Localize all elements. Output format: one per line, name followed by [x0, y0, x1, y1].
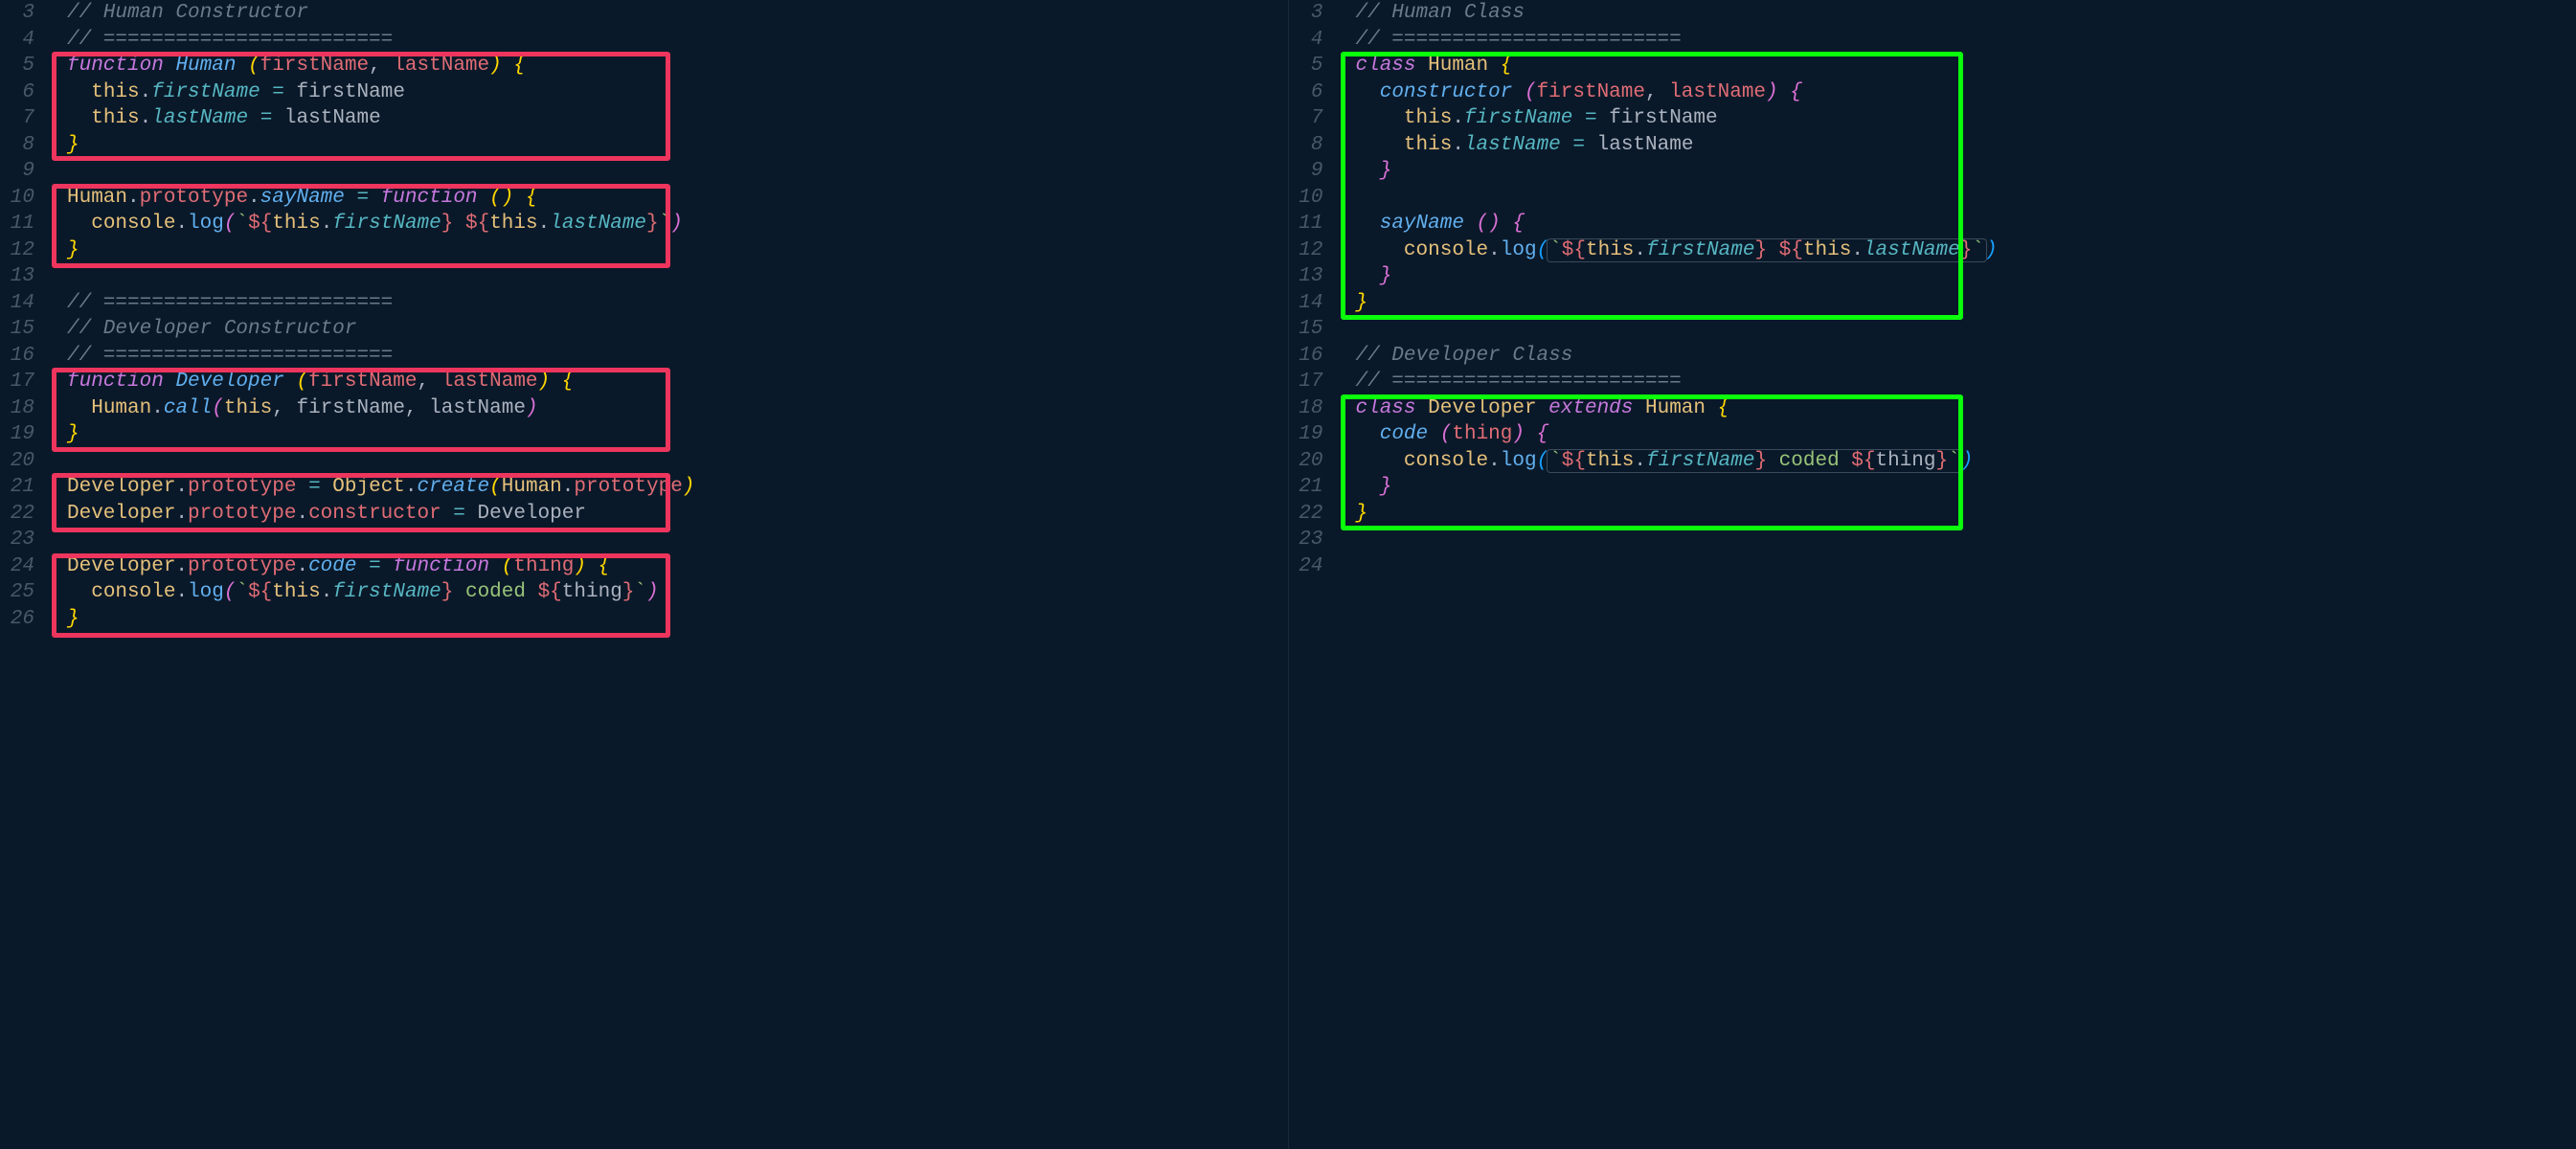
- line-number: 9: [0, 158, 48, 185]
- left-editor-pane[interactable]: 3// Human Constructor 4// ==============…: [0, 0, 1288, 1149]
- code-line[interactable]: Developer.prototype.constructor = Develo…: [48, 501, 586, 528]
- line-number: 9: [1289, 158, 1337, 185]
- code-line[interactable]: class Developer extends Human {: [1337, 395, 1730, 422]
- line-number: 16: [1289, 343, 1337, 370]
- line-number: 21: [0, 474, 48, 501]
- code-line[interactable]: // ========================: [48, 290, 393, 317]
- code-line[interactable]: class Human {: [1337, 53, 1513, 79]
- code-line[interactable]: function Human (firstName, lastName) {: [48, 53, 526, 79]
- code-line[interactable]: sayName () {: [1337, 211, 1525, 237]
- line-number: 15: [1289, 316, 1337, 343]
- line-number: 15: [0, 316, 48, 343]
- line-number: 8: [0, 132, 48, 159]
- code-line[interactable]: }: [1337, 501, 1368, 528]
- code-line[interactable]: code (thing) {: [1337, 421, 1549, 448]
- line-number: 24: [0, 553, 48, 580]
- code-line[interactable]: }: [48, 132, 79, 159]
- line-number: 24: [1289, 553, 1337, 580]
- line-number: 5: [1289, 53, 1337, 79]
- line-number: 16: [0, 343, 48, 370]
- line-number: 11: [0, 211, 48, 237]
- code-line[interactable]: console.log(`${this.firstName} ${this.la…: [48, 211, 683, 237]
- line-number: 20: [0, 448, 48, 475]
- code-line[interactable]: Human.call(this, firstName, lastName): [48, 395, 538, 422]
- code-line[interactable]: this.lastName = lastName: [1337, 132, 1694, 159]
- code-line[interactable]: Developer.prototype = Object.create(Huma…: [48, 474, 694, 501]
- code-line[interactable]: // Human Constructor: [48, 0, 308, 27]
- code-line[interactable]: }: [48, 421, 79, 448]
- line-number: 23: [0, 527, 48, 553]
- code-line[interactable]: // ========================: [48, 343, 393, 370]
- line-number: 13: [1289, 263, 1337, 290]
- code-line[interactable]: console.log(`${this.firstName} coded ${t…: [1337, 448, 1974, 475]
- code-line[interactable]: }: [1337, 474, 1392, 501]
- line-number: 19: [0, 421, 48, 448]
- line-number: 26: [0, 606, 48, 633]
- line-number: 18: [1289, 395, 1337, 422]
- line-number: 20: [1289, 448, 1337, 475]
- code-line[interactable]: console.log(`${this.firstName} coded ${t…: [48, 579, 659, 606]
- line-number: 17: [1289, 369, 1337, 395]
- code-line[interactable]: this.firstName = firstName: [1337, 105, 1718, 132]
- line-number: 10: [1289, 185, 1337, 212]
- line-number: 22: [0, 501, 48, 528]
- line-number: 12: [0, 237, 48, 264]
- line-number: 19: [1289, 421, 1337, 448]
- line-number: 3: [1289, 0, 1337, 27]
- line-number: 22: [1289, 501, 1337, 528]
- line-number: 18: [0, 395, 48, 422]
- code-line[interactable]: // Developer Constructor: [48, 316, 356, 343]
- line-number: 4: [0, 27, 48, 54]
- code-line[interactable]: console.log(`${this.firstName} ${this.la…: [1337, 237, 1998, 264]
- code-line[interactable]: function Developer (firstName, lastName)…: [48, 369, 574, 395]
- code-line[interactable]: // ========================: [1337, 27, 1682, 54]
- line-number: 5: [0, 53, 48, 79]
- line-number: 6: [0, 79, 48, 106]
- code-line[interactable]: }: [1337, 158, 1392, 185]
- code-line[interactable]: }: [1337, 290, 1368, 317]
- line-number: 21: [1289, 474, 1337, 501]
- code-line[interactable]: }: [48, 237, 79, 264]
- line-number: 12: [1289, 237, 1337, 264]
- line-number: 11: [1289, 211, 1337, 237]
- code-line[interactable]: }: [1337, 263, 1392, 290]
- line-number: 17: [0, 369, 48, 395]
- code-line[interactable]: // ========================: [1337, 369, 1682, 395]
- code-line[interactable]: constructor (firstName, lastName) {: [1337, 79, 1802, 106]
- code-line[interactable]: }: [48, 606, 79, 633]
- code-line[interactable]: this.lastName = lastName: [48, 105, 381, 132]
- line-number: 6: [1289, 79, 1337, 106]
- code-line[interactable]: // ========================: [48, 27, 393, 54]
- code-line[interactable]: // Human Class: [1337, 0, 1525, 27]
- code-line[interactable]: this.firstName = firstName: [48, 79, 405, 106]
- line-number: 13: [0, 263, 48, 290]
- line-number: 23: [1289, 527, 1337, 553]
- line-number: 3: [0, 0, 48, 27]
- line-number: 25: [0, 579, 48, 606]
- code-line[interactable]: // Developer Class: [1337, 343, 1573, 370]
- line-number: 4: [1289, 27, 1337, 54]
- line-number: 14: [0, 290, 48, 317]
- line-number: 7: [1289, 105, 1337, 132]
- right-editor-pane[interactable]: 3// Human Class 4// ====================…: [1289, 0, 2576, 1149]
- line-number: 14: [1289, 290, 1337, 317]
- code-line[interactable]: Developer.prototype.code = function (thi…: [48, 553, 610, 580]
- line-number: 10: [0, 185, 48, 212]
- code-line[interactable]: Human.prototype.sayName = function () {: [48, 185, 538, 212]
- line-number: 7: [0, 105, 48, 132]
- line-number: 8: [1289, 132, 1337, 159]
